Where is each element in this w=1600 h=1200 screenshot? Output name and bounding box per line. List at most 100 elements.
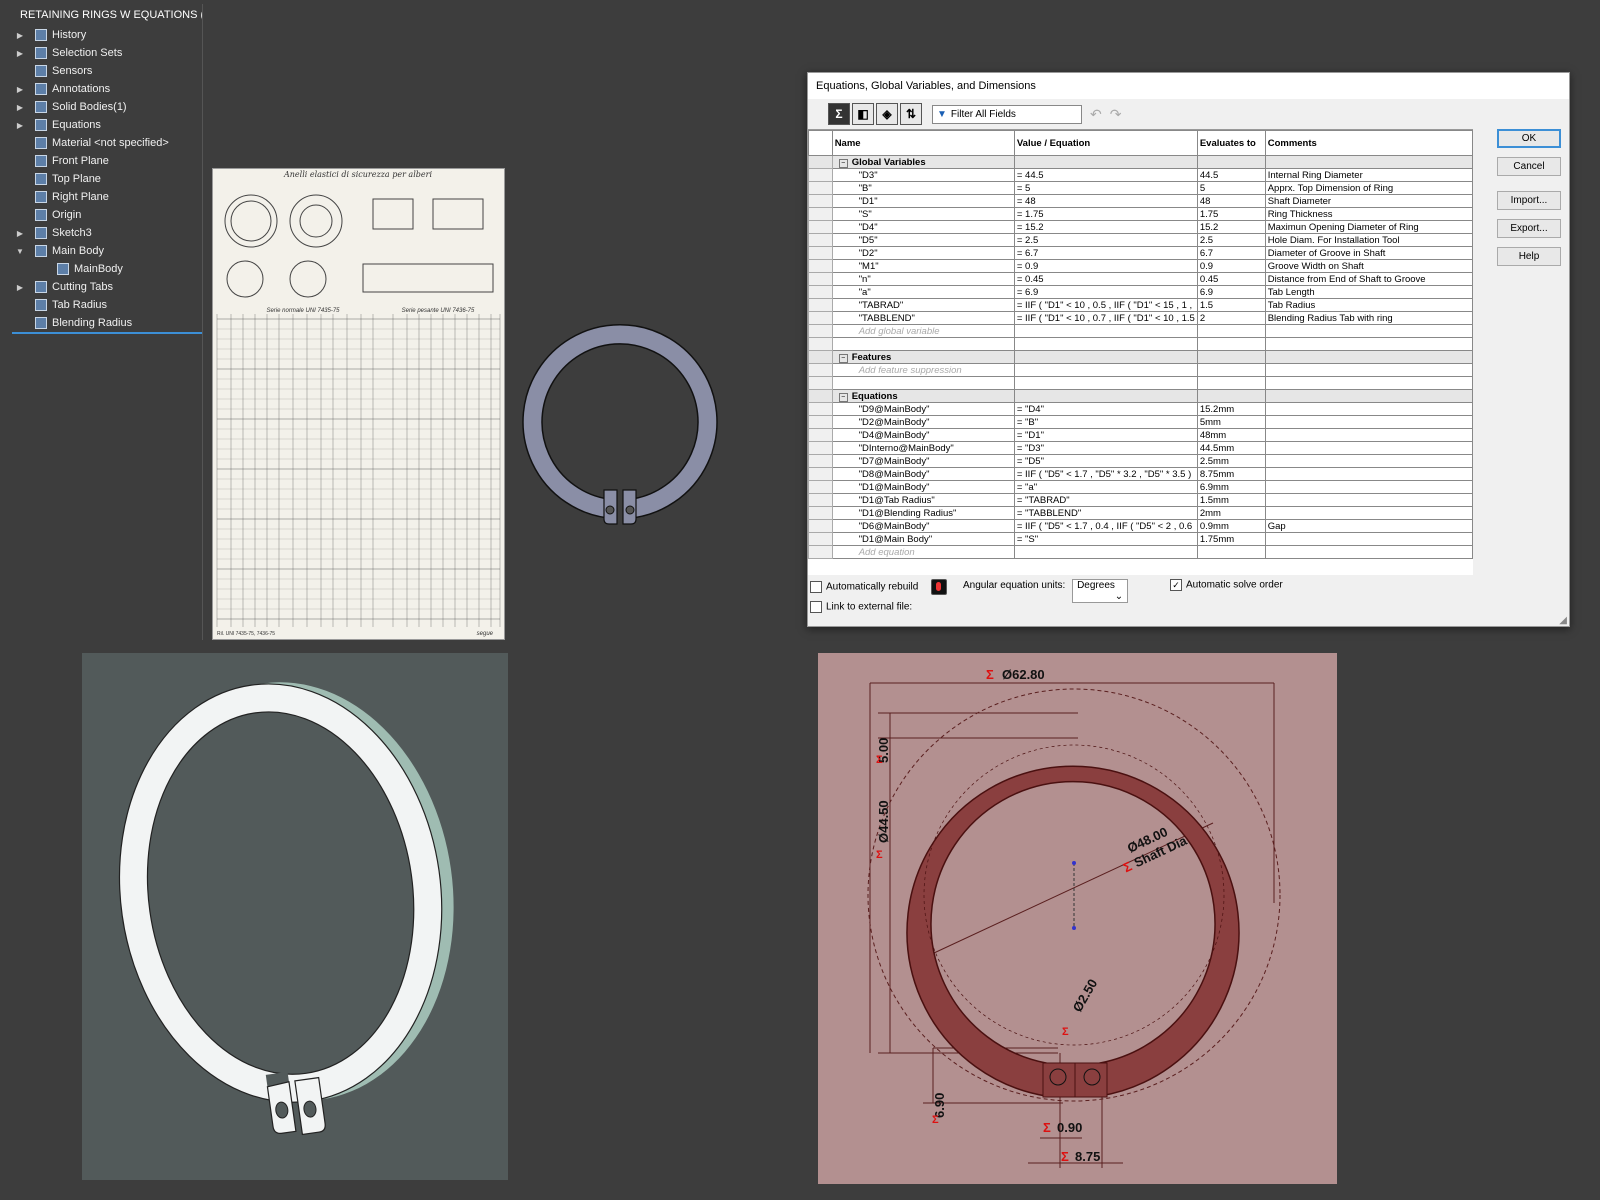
row-header[interactable] (808, 311, 833, 325)
expand-icon[interactable]: ▶ (14, 31, 26, 40)
global-variable-row[interactable]: "D3" = 44.5 44.5 Internal Ring Diameter (808, 168, 1473, 182)
cell-name[interactable]: "D1@Tab Radius" (831, 493, 1015, 507)
row-header[interactable] (808, 428, 833, 442)
dim-hole-diameter[interactable]: Ø2.50 (1070, 976, 1101, 1014)
row-header[interactable] (808, 493, 833, 507)
cell-comment[interactable] (1264, 493, 1473, 507)
equation-row[interactable]: "D9@MainBody" = "D4" 15.2mm (808, 402, 1473, 416)
cell-empty[interactable] (1264, 376, 1473, 390)
equation-row[interactable]: "D1@Blending Radius" = "TABBLEND" 2mm (808, 506, 1473, 520)
cell-value[interactable]: = 48 (1013, 194, 1198, 208)
add-feature-suppression[interactable]: Add feature suppression (831, 363, 1015, 377)
cell-empty[interactable] (1196, 389, 1266, 403)
tree-item-mainbody[interactable]: MainBody (12, 260, 202, 278)
cell-comment[interactable] (1264, 506, 1473, 520)
cell-name[interactable]: "S" (831, 207, 1015, 221)
section-row-global-variables[interactable]: − Global Variables (808, 155, 1473, 169)
cell-evaluates[interactable]: 48 (1196, 194, 1266, 208)
tree-item-front-plane[interactable]: Front Plane (12, 152, 202, 170)
section-row-equations[interactable]: − Equations (808, 389, 1473, 403)
angular-units-select[interactable]: Degrees ⌄ (1072, 579, 1129, 603)
cell-comment[interactable] (1264, 441, 1473, 455)
row-header[interactable] (808, 415, 833, 429)
dimension-view-button[interactable]: ◈ (876, 103, 898, 125)
tree-item-sensors[interactable]: Sensors (12, 62, 202, 80)
cell-value[interactable]: = IIF ( "D1" < 10 , 0.7 , IIF ( "D1" < 1… (1013, 311, 1198, 325)
global-variable-row[interactable]: "D5" = 2.5 2.5 Hole Diam. For Installation … (808, 233, 1473, 247)
help-button[interactable]: Help (1497, 247, 1561, 266)
global-variable-row[interactable]: "TABBLEND" = IIF ( "D1" < 10 , 0.7 , IIF … (808, 311, 1473, 325)
cell-comment[interactable]: Tab Length (1264, 285, 1473, 299)
cell-empty[interactable] (1196, 545, 1266, 559)
cell-name[interactable]: "D4@MainBody" (831, 428, 1015, 442)
cell-name[interactable]: "D6@MainBody" (831, 519, 1015, 533)
equation-row[interactable]: "D1@Tab Radius" = "TABRAD" 1.5mm (808, 493, 1473, 507)
cell-evaluates[interactable]: 15.2mm (1196, 402, 1266, 416)
auto-rebuild-checkbox[interactable] (810, 581, 822, 593)
add-global-variable[interactable]: Add global variable (831, 324, 1015, 338)
cell-name[interactable]: "D1" (831, 194, 1015, 208)
cell-comment[interactable]: Maximun Opening Diameter of Ring (1264, 220, 1473, 234)
cell-name[interactable]: "D4" (831, 220, 1015, 234)
cell-value[interactable]: = "TABBLEND" (1013, 506, 1198, 520)
equation-row[interactable]: "D8@MainBody" = IIF ( "D5" < 1.7 , "D5" *… (808, 467, 1473, 481)
section-features[interactable]: − Features (831, 350, 1015, 364)
equation-row[interactable]: "D1@MainBody" = "a" 6.9mm (808, 480, 1473, 494)
cell-empty[interactable] (1013, 545, 1198, 559)
tree-item-blending-radius[interactable]: Blending Radius (12, 314, 202, 334)
cell-evaluates[interactable]: 6.9 (1196, 285, 1266, 299)
cell-comment[interactable]: Diameter of Groove in Shaft (1264, 246, 1473, 260)
cell-evaluates[interactable]: 5 (1196, 181, 1266, 195)
row-header[interactable] (808, 298, 833, 312)
cell-name[interactable]: "B" (831, 181, 1015, 195)
cell-comment[interactable]: Distance from End of Shaft to Groove (1264, 272, 1473, 286)
cell-empty[interactable] (1264, 545, 1473, 559)
cell-empty[interactable] (1264, 155, 1473, 169)
cell-empty[interactable] (1196, 350, 1266, 364)
cell-empty[interactable] (1013, 363, 1198, 377)
cell-value[interactable]: = 5 (1013, 181, 1198, 195)
undo-icon[interactable]: ↶ (1090, 106, 1102, 123)
sketch-equation-view-button[interactable]: ◧ (852, 103, 874, 125)
equation-row[interactable]: "D7@MainBody" = "D5" 2.5mm (808, 454, 1473, 468)
cell-name[interactable]: "n" (831, 272, 1015, 286)
cell-comment[interactable] (1264, 467, 1473, 481)
dim-outer-diameter[interactable]: Ø62.80 (1002, 667, 1045, 682)
cell-comment[interactable]: Shaft Diameter (1264, 194, 1473, 208)
row-header[interactable] (808, 363, 833, 377)
cell-empty[interactable] (1196, 337, 1266, 351)
cell-value[interactable]: = IIF ( "D5" < 1.7 , 0.4 , IIF ( "D5" < … (1013, 519, 1198, 533)
row-header[interactable] (808, 194, 833, 208)
cell-name[interactable]: "D5" (831, 233, 1015, 247)
row-header[interactable] (808, 376, 833, 390)
cell-empty[interactable] (1196, 324, 1266, 338)
auto-rebuild-option[interactable]: Automatically rebuild (810, 579, 948, 595)
add-global-row[interactable]: Add global variable (808, 324, 1473, 338)
cell-value[interactable]: = IIF ( "D1" < 10 , 0.5 , IIF ( "D1" < 1… (1013, 298, 1198, 312)
global-variable-row[interactable]: "D1" = 48 48 Shaft Diameter (808, 194, 1473, 208)
tree-item-origin[interactable]: Origin (12, 206, 202, 224)
cell-evaluates[interactable]: 0.45 (1196, 272, 1266, 286)
cell-comment[interactable] (1264, 415, 1473, 429)
add-equation-row[interactable]: Add equation (808, 545, 1473, 559)
import-button[interactable]: Import... (1497, 191, 1561, 210)
tree-item-cutting-tabs[interactable]: ▶ Cutting Tabs (12, 278, 202, 296)
cell-evaluates[interactable]: 0.9mm (1196, 519, 1266, 533)
ok-button[interactable]: OK (1497, 129, 1561, 148)
col-comments[interactable]: Comments (1264, 130, 1473, 156)
cell-evaluates[interactable]: 44.5mm (1196, 441, 1266, 455)
filter-field[interactable]: ▼ Filter All Fields (932, 104, 1082, 124)
row-header[interactable] (808, 350, 833, 364)
cell-name[interactable]: "D2@MainBody" (831, 415, 1015, 429)
cell-value[interactable]: = 0.9 (1013, 259, 1198, 273)
tree-item-material-not-specified[interactable]: Material <not specified> (12, 134, 202, 152)
cell-empty[interactable] (1013, 337, 1198, 351)
global-variable-row[interactable]: "D4" = 15.2 15.2 Maximun Opening Diameter o… (808, 220, 1473, 234)
cell-comment[interactable]: Ring Thickness (1264, 207, 1473, 221)
tree-item-main-body[interactable]: ▼ Main Body (12, 242, 202, 260)
cell-evaluates[interactable]: 1.75 (1196, 207, 1266, 221)
cell-empty[interactable] (1264, 389, 1473, 403)
auto-solve-checkbox[interactable]: ✓ (1170, 579, 1182, 591)
cell-comment[interactable]: Internal Ring Diameter (1264, 168, 1473, 182)
cell-evaluates[interactable]: 8.75mm (1196, 467, 1266, 481)
